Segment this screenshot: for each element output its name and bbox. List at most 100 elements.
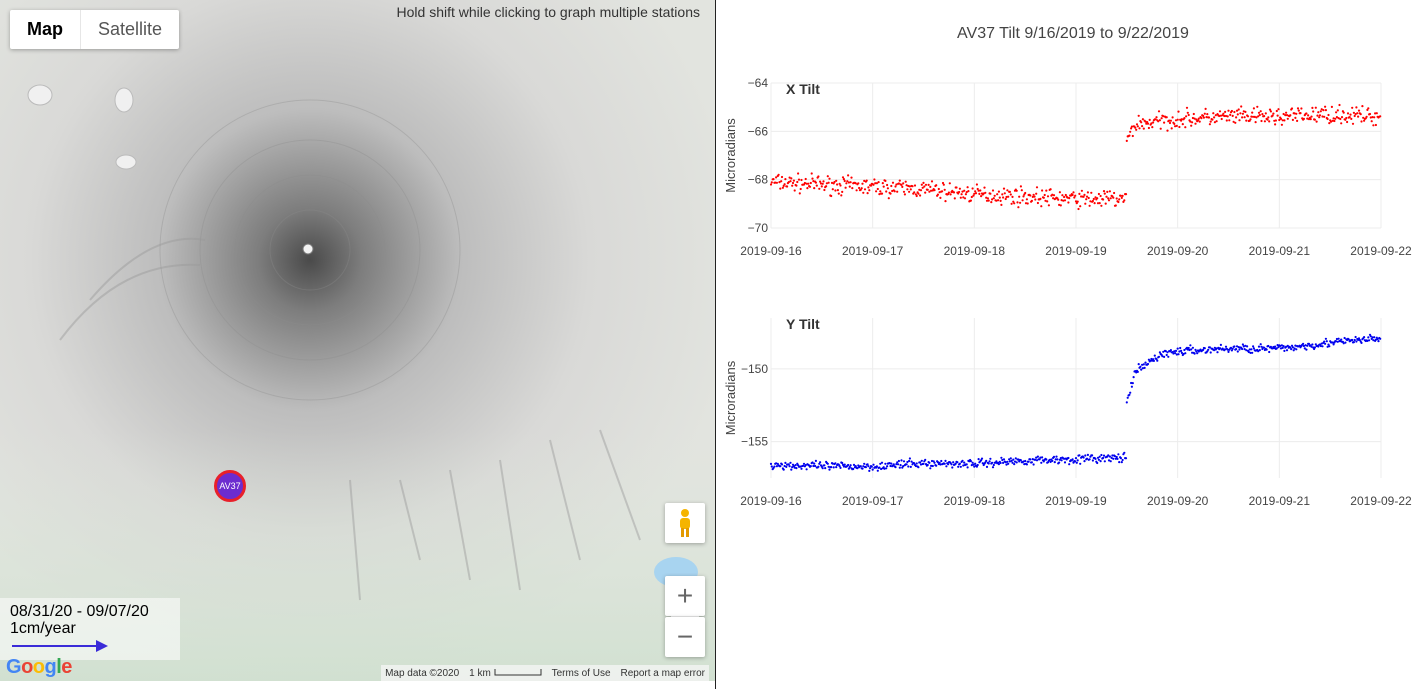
data-point: [963, 461, 966, 464]
x-tick-label: 2019-09-21: [1249, 494, 1311, 508]
data-point: [1274, 345, 1277, 348]
map-panel[interactable]: Map Satellite Hold shift while clicking …: [0, 0, 715, 681]
panel-title: Y Tilt: [786, 316, 820, 332]
data-point: [917, 192, 920, 195]
data-point: [1036, 455, 1039, 458]
data-point: [1307, 342, 1311, 345]
data-point: [959, 196, 962, 199]
data-point: [1001, 193, 1004, 196]
data-point: [840, 194, 843, 197]
data-point: [1088, 204, 1091, 207]
data-point: [1018, 195, 1021, 198]
data-point: [1224, 110, 1227, 113]
data-point: [1041, 189, 1044, 192]
data-point: [777, 173, 780, 176]
data-point: [1187, 113, 1190, 117]
data-point: [1078, 192, 1081, 195]
map-button[interactable]: Map: [10, 10, 80, 49]
data-point: [1290, 348, 1293, 351]
station-marker-av37[interactable]: AV37: [214, 470, 246, 502]
data-point: [823, 464, 826, 467]
data-point: [1256, 105, 1259, 108]
data-point: [939, 196, 942, 199]
chart-title: AV37 Tilt 9/16/2019 to 9/22/2019: [957, 25, 1189, 42]
data-point: [1324, 105, 1327, 108]
scale-bar[interactable]: 1 km: [469, 667, 542, 679]
data-point: [919, 461, 922, 464]
data-point: [1324, 109, 1327, 112]
data-point: [1165, 353, 1168, 357]
data-point: [1135, 128, 1138, 131]
google-logo[interactable]: Google: [6, 656, 72, 679]
data-point: [1109, 460, 1112, 463]
data-point: [1313, 346, 1316, 349]
map-data-attribution: Map data ©2020: [385, 667, 460, 679]
data-point: [1272, 112, 1275, 115]
data-point: [1152, 121, 1155, 124]
data-point: [1315, 120, 1318, 123]
data-point: [896, 190, 899, 193]
data-point: [884, 179, 887, 182]
data-point: [790, 177, 793, 180]
data-point: [826, 462, 829, 465]
data-point: [1123, 199, 1126, 202]
data-point: [958, 462, 961, 465]
data-point: [1167, 355, 1170, 358]
data-point: [1015, 189, 1018, 192]
zoom-in-button[interactable]: +: [665, 576, 705, 616]
x-tick-label: 2019-09-18: [944, 494, 1006, 508]
data-point: [1088, 458, 1091, 461]
data-point: [1367, 107, 1370, 110]
data-point: [1177, 110, 1180, 113]
data-point: [1103, 192, 1106, 195]
data-point: [1119, 457, 1122, 460]
data-point: [1103, 460, 1106, 463]
data-point: [1342, 111, 1345, 114]
data-point: [781, 186, 784, 189]
satellite-button[interactable]: Satellite: [81, 10, 179, 49]
pegman-button[interactable]: [665, 503, 705, 543]
data-point: [997, 190, 1000, 193]
data-point: [1190, 348, 1193, 351]
data-point: [1365, 115, 1368, 118]
data-point: [892, 463, 895, 466]
data-point: [1239, 112, 1242, 115]
data-point: [876, 187, 879, 191]
data-point: [900, 459, 903, 462]
data-point: [975, 183, 978, 186]
data-point: [936, 193, 939, 196]
data-point: [1025, 463, 1028, 466]
data-point: [1035, 186, 1039, 189]
data-point: [1370, 120, 1373, 123]
data-point: [770, 181, 773, 184]
data-point: [964, 193, 967, 196]
data-point: [882, 185, 885, 188]
data-point: [1120, 461, 1123, 464]
map-footer: Map data ©2020 1 km Terms of Use Report …: [381, 665, 709, 681]
data-point: [887, 197, 890, 200]
data-point: [1132, 376, 1135, 379]
data-point: [821, 182, 824, 185]
legend-scale: 1cm/year: [10, 620, 76, 637]
y-tick-label: −70: [748, 221, 769, 235]
data-point: [1140, 121, 1143, 124]
data-point: [1126, 396, 1129, 399]
terrain-map[interactable]: [0, 0, 715, 681]
data-point: [928, 461, 931, 464]
data-point: [1299, 112, 1302, 115]
terms-link[interactable]: Terms of Use: [552, 668, 611, 679]
scale-label: 1 km: [469, 667, 491, 679]
data-point: [984, 191, 987, 194]
data-point: [1082, 456, 1085, 459]
zoom-out-button[interactable]: −: [665, 617, 705, 657]
report-error-link[interactable]: Report a map error: [621, 668, 705, 679]
data-point: [1326, 117, 1329, 121]
data-point: [791, 181, 795, 185]
data-point: [1071, 193, 1074, 197]
data-point: [830, 466, 833, 469]
data-point: [1283, 349, 1286, 352]
data-point: [1102, 190, 1106, 193]
data-point: [1249, 118, 1252, 121]
data-point: [961, 459, 964, 462]
data-point: [999, 199, 1002, 202]
